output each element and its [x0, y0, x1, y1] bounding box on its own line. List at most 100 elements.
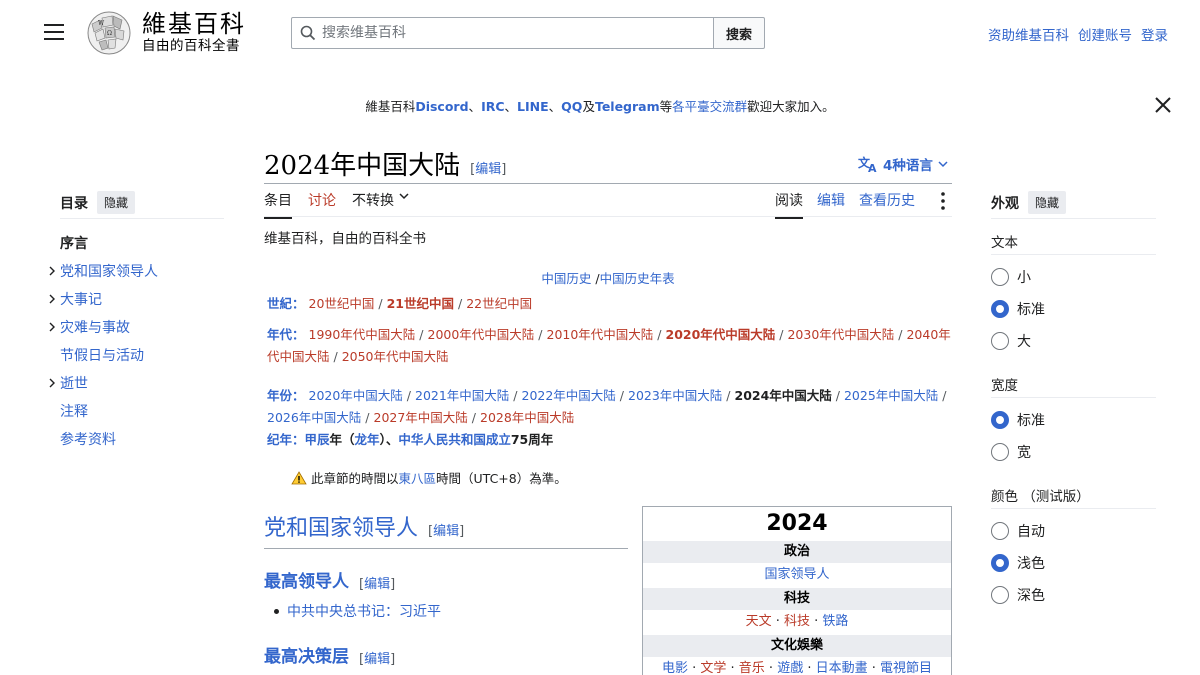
- year-link[interactable]: 2020年中国大陆: [309, 388, 403, 403]
- wikipedia-wordmark[interactable]: 維基百科 自由的百科全書: [142, 10, 246, 55]
- text-size-large-option[interactable]: 大: [991, 331, 1031, 351]
- decade-current[interactable]: 2020年代中国大陆: [666, 327, 776, 342]
- radio-button-selected[interactable]: [991, 411, 1009, 429]
- close-banner-icon[interactable]: [1152, 94, 1174, 116]
- chevron-right-icon[interactable]: [44, 378, 60, 388]
- tab-read[interactable]: 阅读: [775, 190, 803, 219]
- banner-telegram-link[interactable]: Telegram: [595, 99, 660, 114]
- chevron-right-icon[interactable]: [44, 266, 60, 276]
- create-account-link[interactable]: 创建账号: [1078, 24, 1132, 44]
- login-link[interactable]: 登录: [1141, 24, 1168, 44]
- search-button[interactable]: 搜索: [713, 17, 765, 49]
- banner-irc-link[interactable]: IRC: [481, 99, 504, 114]
- jiachen-link[interactable]: 甲辰: [305, 432, 330, 447]
- donate-link[interactable]: 资助维基百科: [988, 24, 1069, 44]
- chevron-right-icon[interactable]: [44, 322, 60, 332]
- language-button[interactable]: 文 A 4种语言: [858, 154, 948, 174]
- banner-platforms-link[interactable]: 各平臺交流群: [672, 99, 747, 114]
- year-link[interactable]: 2025年中国大陆: [844, 388, 938, 403]
- toc-item-deaths[interactable]: 逝世: [44, 369, 158, 397]
- century-current[interactable]: 21世纪中国: [387, 296, 454, 311]
- era-text: 年（: [329, 432, 355, 447]
- decade-link[interactable]: 2030年代中国大陆: [787, 327, 894, 342]
- subsection-edit-link[interactable]: 编辑: [364, 577, 390, 592]
- utc8-link[interactable]: 東八區: [399, 471, 437, 486]
- color-dark-option[interactable]: 深色: [991, 585, 1045, 605]
- radio-button-selected[interactable]: [991, 300, 1009, 318]
- toc-item-holidays[interactable]: 节假日与活动: [44, 341, 158, 369]
- century-link[interactable]: 22世纪中国: [466, 296, 532, 311]
- main-menu-button[interactable]: [44, 24, 64, 42]
- radio-button[interactable]: [991, 586, 1009, 604]
- banner-discord-link[interactable]: Discord: [415, 99, 468, 114]
- year-link[interactable]: 2027年中国大陆: [374, 410, 468, 425]
- toc-item-intro[interactable]: 序言: [44, 229, 158, 257]
- prc-founding-link[interactable]: 中华人民共和国成立: [398, 432, 511, 447]
- title-edit-link[interactable]: 编辑: [475, 162, 501, 177]
- search-input[interactable]: [322, 25, 702, 41]
- toc-hide-button[interactable]: 隐藏: [97, 191, 136, 214]
- year-link[interactable]: 2028年中国大陆: [480, 410, 574, 425]
- banner-line-link[interactable]: LINE: [517, 99, 549, 114]
- tv-link[interactable]: 電視節目: [880, 661, 932, 675]
- variant-dropdown[interactable]: 不转换: [352, 190, 409, 219]
- toc-item-notes[interactable]: 注释: [44, 397, 158, 425]
- xi-jinping-link[interactable]: 习近平: [399, 604, 441, 620]
- wikipedia-globe-logo[interactable]: W Ω: [84, 10, 134, 56]
- year-link[interactable]: 2021年中国大陆: [415, 388, 509, 403]
- subsection-edit-link[interactable]: 编辑: [364, 652, 390, 667]
- literature-link[interactable]: 文学: [700, 661, 726, 675]
- radio-button[interactable]: [991, 268, 1009, 286]
- games-link[interactable]: 遊戲: [777, 661, 803, 675]
- leaders-link[interactable]: 国家领导人: [764, 567, 829, 582]
- astronomy-link[interactable]: 天文: [746, 614, 772, 629]
- china-chronology-link[interactable]: 中国历史年表: [600, 271, 675, 286]
- era-label: 纪年：: [267, 432, 305, 447]
- text-size-label: 文本: [991, 235, 1018, 251]
- century-link[interactable]: 20世纪中国: [309, 296, 375, 311]
- tab-article[interactable]: 条目: [264, 190, 292, 219]
- year-link[interactable]: 2022年中国大陆: [522, 388, 616, 403]
- text-size-standard-option[interactable]: 标准: [991, 299, 1045, 319]
- toc-item-references[interactable]: 参考资料: [44, 425, 158, 453]
- tab-history[interactable]: 查看历史: [859, 190, 915, 219]
- group-divider: [991, 254, 1156, 255]
- section-heading-text: 党和国家领导人: [264, 516, 419, 541]
- more-tools-icon[interactable]: [937, 191, 949, 211]
- railway-link[interactable]: 铁路: [822, 614, 848, 629]
- year-link[interactable]: 2026年中国大陆: [267, 410, 361, 425]
- toc-item-events[interactable]: 大事记: [44, 285, 158, 313]
- banner-prefix: 維基百科: [365, 99, 416, 114]
- toc-item-disasters[interactable]: 灾难与事故: [44, 313, 158, 341]
- century-label: 世紀：: [267, 296, 305, 311]
- radio-button[interactable]: [991, 332, 1009, 350]
- radio-button[interactable]: [991, 522, 1009, 540]
- banner-qq-link[interactable]: QQ: [561, 99, 582, 114]
- china-history-link[interactable]: 中国历史: [541, 271, 591, 286]
- dragon-year-link[interactable]: 龙年: [355, 432, 380, 447]
- color-auto-option[interactable]: 自动: [991, 521, 1045, 541]
- decade-link[interactable]: 2050年代中国大陆: [342, 349, 449, 364]
- general-secretary-link[interactable]: 中共中央总书记：: [287, 604, 399, 620]
- decade-link[interactable]: 2010年代中国大陆: [547, 327, 654, 342]
- width-wide-option[interactable]: 宽: [991, 442, 1031, 462]
- year-link[interactable]: 2023年中国大陆: [628, 388, 722, 403]
- year-current: 2024年中国大陆: [734, 388, 832, 403]
- tab-edit[interactable]: 编辑: [817, 190, 845, 219]
- technology-link[interactable]: 科技: [784, 614, 810, 629]
- radio-button-selected[interactable]: [991, 554, 1009, 572]
- section-edit-link[interactable]: 编辑: [433, 524, 459, 539]
- chevron-right-icon[interactable]: [44, 294, 60, 304]
- music-link[interactable]: 音乐: [739, 661, 765, 675]
- width-standard-option[interactable]: 标准: [991, 410, 1045, 430]
- toc-item-leaders[interactable]: 党和国家领导人: [44, 257, 158, 285]
- decade-link[interactable]: 1990年代中国大陆: [309, 327, 416, 342]
- appearance-hide-button[interactable]: 隐藏: [1028, 191, 1067, 214]
- text-size-small-option[interactable]: 小: [991, 267, 1031, 287]
- tab-talk[interactable]: 讨论: [308, 190, 336, 219]
- decade-link[interactable]: 2000年代中国大陆: [428, 327, 535, 342]
- radio-button[interactable]: [991, 443, 1009, 461]
- color-light-option[interactable]: 浅色: [991, 553, 1045, 573]
- film-link[interactable]: 电影: [662, 661, 688, 675]
- anime-link[interactable]: 日本動畫: [816, 661, 868, 675]
